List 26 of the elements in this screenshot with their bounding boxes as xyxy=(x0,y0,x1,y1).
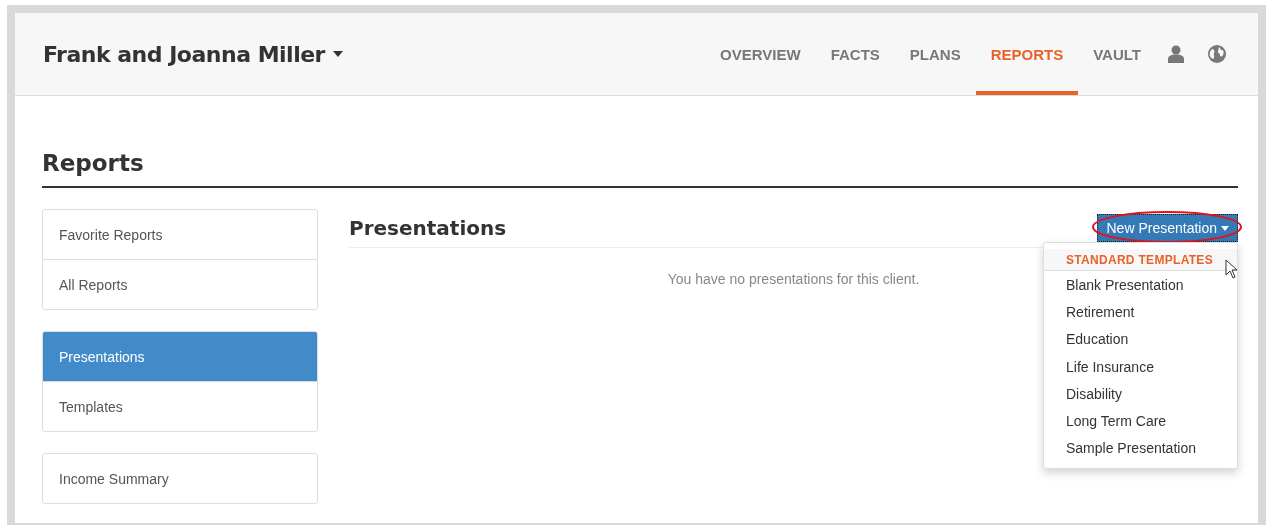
menu-item[interactable]: Blank Presentation xyxy=(1044,271,1237,299)
client-name[interactable]: Frank and Joanna Miller xyxy=(43,41,325,67)
nav-tab[interactable]: FACTS xyxy=(815,17,895,95)
menu-item[interactable]: Education xyxy=(1044,325,1237,353)
nav-tab[interactable]: PLANS xyxy=(894,17,976,95)
globe-icon[interactable] xyxy=(1208,45,1226,63)
sidebar-item[interactable]: All Reports xyxy=(43,259,317,309)
caret-icon xyxy=(1221,225,1229,231)
new-presentation-button[interactable]: New Presentation xyxy=(1097,214,1238,242)
menu-header: STANDARD TEMPLATES xyxy=(1044,249,1237,271)
nav-tab[interactable]: VAULT xyxy=(1078,17,1156,95)
menu-item[interactable]: Life Insurance xyxy=(1044,352,1237,381)
sidebar-item[interactable]: Templates xyxy=(43,381,317,431)
section-title: Presentations xyxy=(349,216,507,240)
page-title: Reports xyxy=(42,150,1238,188)
sidebar-item[interactable]: Presentations xyxy=(43,332,317,381)
sidebar-item[interactable]: Income Summary xyxy=(43,454,317,503)
sidebar-item[interactable]: Favorite Reports xyxy=(43,210,317,259)
menu-item[interactable]: Long Term Care xyxy=(1044,407,1237,435)
menu-item[interactable]: Retirement xyxy=(1044,298,1237,326)
nav-tab[interactable]: OVERVIEW xyxy=(705,17,816,95)
menu-item[interactable]: Sample Presentation xyxy=(1044,434,1237,463)
caret-icon[interactable] xyxy=(332,51,343,57)
menu-item[interactable]: Disability xyxy=(1044,380,1237,408)
empty-message: You have no presentations for this client. xyxy=(667,271,920,287)
user-icon[interactable] xyxy=(1168,45,1184,63)
